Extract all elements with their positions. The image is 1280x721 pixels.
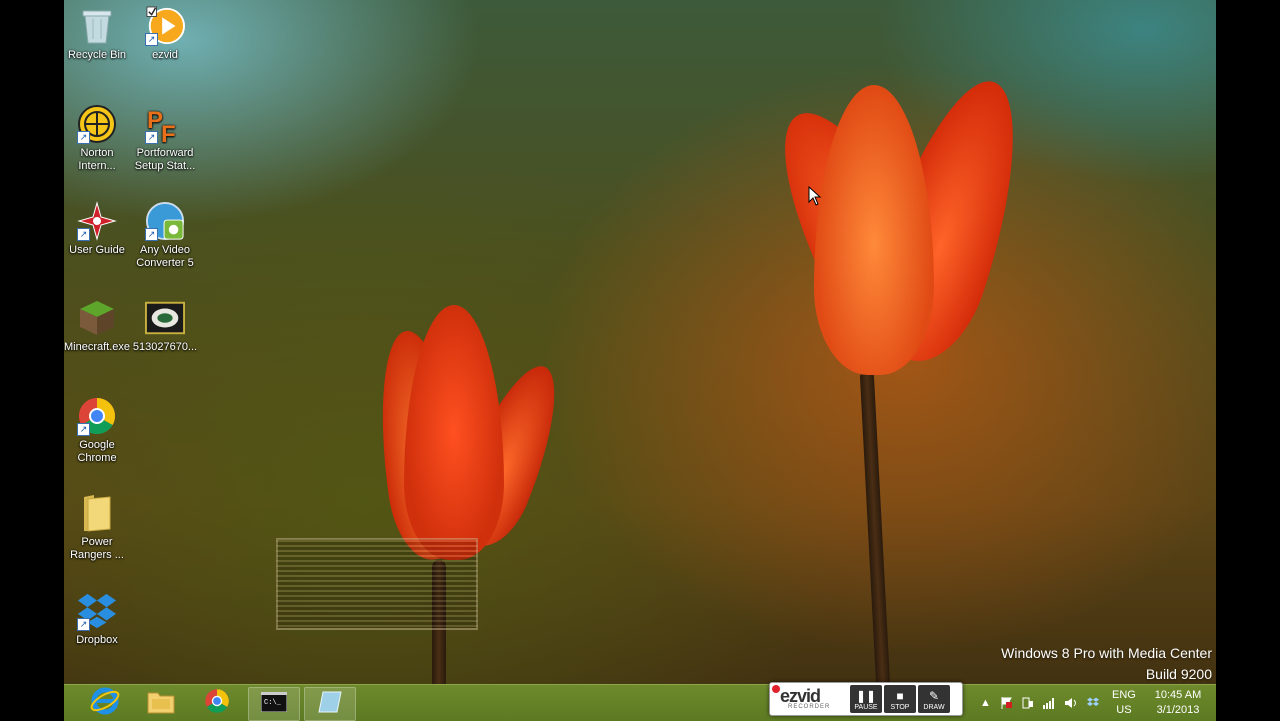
pen-icon: ✎ <box>928 689 940 703</box>
video-converter-icon: ↗ <box>145 201 185 241</box>
desktop-background <box>64 0 1216 720</box>
image-file-icon <box>145 298 185 338</box>
taskbar-ezvid-window[interactable] <box>304 687 356 721</box>
ezvid-window-icon <box>317 690 343 719</box>
chrome-icon <box>204 688 230 719</box>
recycle-bin-icon <box>77 6 117 46</box>
desktop-icon-google-chrome[interactable]: ↗ Google Chrome <box>62 396 132 465</box>
desktop-icon-label: Portforward Setup Stat... <box>134 147 196 172</box>
device-icon[interactable] <box>1022 685 1034 721</box>
pause-label: PAUSE <box>854 704 878 711</box>
tulip-stem-right <box>859 369 891 691</box>
taskbar-chrome[interactable] <box>192 687 242 719</box>
desktop-icon-label: Dropbox <box>76 634 118 646</box>
desktop-icon-label: 513027670... <box>132 341 198 353</box>
stop-label: STOP <box>890 704 910 711</box>
ezvid-stop-button[interactable]: ■ STOP <box>884 685 916 713</box>
clock-time: 10:45 AM <box>1154 689 1202 701</box>
desktop-icon-norton[interactable]: ↗ Norton Intern... <box>62 104 132 173</box>
stop-icon: ■ <box>896 689 904 703</box>
desktop-icon-any-video-converter[interactable]: ↗ Any Video Converter 5 <box>130 201 200 270</box>
ezvid-pause-button[interactable]: ❚❚ PAUSE <box>850 685 882 713</box>
desktop-icon-user-guide[interactable]: ↗ User Guide <box>62 201 132 257</box>
clock-date: 3/1/2013 <box>1156 704 1200 716</box>
desktop-icon-ezvid[interactable]: ↗ ezvid <box>130 6 200 62</box>
action-center-flag-icon[interactable] <box>1000 685 1014 721</box>
show-hidden-icons-button[interactable]: ▲ <box>980 685 991 721</box>
taskbar-file-explorer[interactable] <box>136 687 186 719</box>
desktop-icon-label: Power Rangers ... <box>70 536 124 561</box>
svg-text:C:\_: C:\_ <box>264 699 282 707</box>
input-language-indicator[interactable]: ENG US <box>1112 685 1136 721</box>
file-explorer-icon <box>146 687 176 720</box>
svg-text:F: F <box>161 121 176 144</box>
norton-icon: ↗ <box>77 104 117 144</box>
network-signal-icon[interactable] <box>1042 685 1056 721</box>
shortcut-arrow-icon: ↗ <box>145 228 158 241</box>
ezvid-recorder-bar: ezvid RECORDER ❚❚ PAUSE ■ STOP ✎ DRAW <box>769 682 963 716</box>
ghost-window-preview <box>276 538 478 630</box>
shortcut-arrow-icon: ↗ <box>77 423 90 436</box>
language-code: ENG <box>1112 689 1136 701</box>
ezvid-recorder-label: RECORDER <box>788 704 831 710</box>
shortcut-arrow-icon: ↗ <box>77 228 90 241</box>
desktop-icon-recycle-bin[interactable]: Recycle Bin <box>62 6 132 62</box>
shortcut-arrow-icon: ↗ <box>77 131 90 144</box>
desktop-icon-image-file[interactable]: 513027670... <box>130 298 200 354</box>
left-letterbox <box>0 0 64 720</box>
taskbar-internet-explorer[interactable] <box>80 687 130 719</box>
desktop-icon-label: ezvid <box>152 49 178 61</box>
draw-label: DRAW <box>923 704 945 711</box>
shortcut-arrow-icon: ↗ <box>145 131 158 144</box>
windows-build-watermark-line1: Windows 8 Pro with Media Center <box>1001 645 1212 661</box>
chrome-icon: ↗ <box>77 396 117 436</box>
desktop-icon-label: Any Video Converter 5 <box>136 244 194 269</box>
user-guide-icon: ↗ <box>77 201 117 241</box>
pause-icon: ❚❚ <box>855 689 877 703</box>
portforward-icon: PF ↗ <box>145 104 185 144</box>
volume-icon[interactable] <box>1064 685 1078 721</box>
taskbar-command-prompt[interactable]: C:\_ <box>248 687 300 721</box>
desktop-icon-dropbox[interactable]: ↗ Dropbox <box>62 591 132 647</box>
ezvid-icon: ↗ <box>145 6 185 46</box>
taskbar: C:\_ ▲ ENG US 10:45 AM 3/1/2013 <box>64 684 1216 721</box>
cmd-icon: C:\_ <box>260 691 288 717</box>
dropbox-tray-icon[interactable] <box>1086 685 1100 721</box>
recording-indicator-icon <box>772 685 780 693</box>
folder-icon <box>77 493 117 533</box>
ie-icon <box>90 686 120 721</box>
dropbox-icon: ↗ <box>77 591 117 631</box>
windows-build-watermark-line2: Build 9200 <box>1145 666 1212 682</box>
desktop-icon-minecraft[interactable]: Minecraft.exe <box>62 298 132 354</box>
minecraft-icon <box>77 298 117 338</box>
shortcut-arrow-icon: ↗ <box>77 618 90 631</box>
desktop-icon-portforward[interactable]: PF ↗ Portforward Setup Stat... <box>130 104 200 173</box>
ezvid-draw-button[interactable]: ✎ DRAW <box>918 685 950 713</box>
desktop-icon-power-rangers-folder[interactable]: Power Rangers ... <box>62 493 132 562</box>
desktop-icon-label: Minecraft.exe <box>63 341 131 353</box>
shortcut-arrow-icon: ↗ <box>145 33 158 46</box>
right-letterbox <box>1216 0 1280 720</box>
desktop-icon-label: Google Chrome <box>77 439 117 464</box>
desktop-icon-label: Norton Intern... <box>78 147 116 172</box>
region-code: US <box>1116 704 1132 716</box>
desktop-icon-label: Recycle Bin <box>67 49 127 61</box>
desktop-icon-label: User Guide <box>69 244 125 256</box>
taskbar-clock[interactable]: 10:45 AM 3/1/2013 <box>1148 685 1208 721</box>
